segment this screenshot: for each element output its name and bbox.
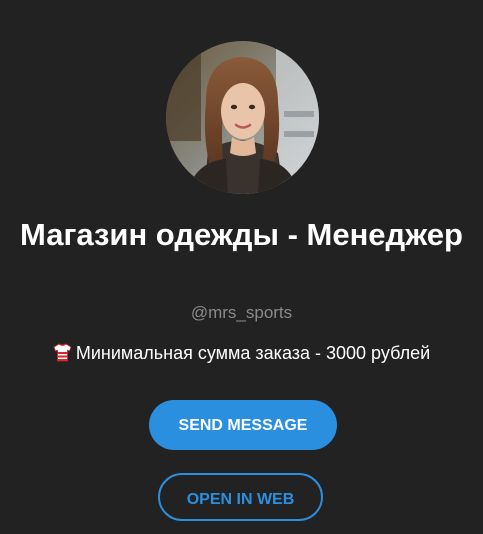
avatar [166, 41, 319, 194]
profile-title: Магазин одежды - Менеджер [20, 217, 463, 252]
send-message-button[interactable]: SEND MESSAGE [149, 400, 337, 450]
profile-username: @mrs_sports [190, 303, 293, 322]
profile-description: Минимальная сумма заказа - 3000 рублей [0, 341, 483, 365]
profile-card: Магазин одежды - Менеджер @mrs_sports Ми… [0, 0, 483, 534]
profile-description-text: Минимальная сумма заказа - 3000 рублей [75, 343, 431, 363]
open-in-web-button[interactable]: OPEN IN WEB [158, 473, 323, 521]
shirt-icon [53, 343, 72, 362]
